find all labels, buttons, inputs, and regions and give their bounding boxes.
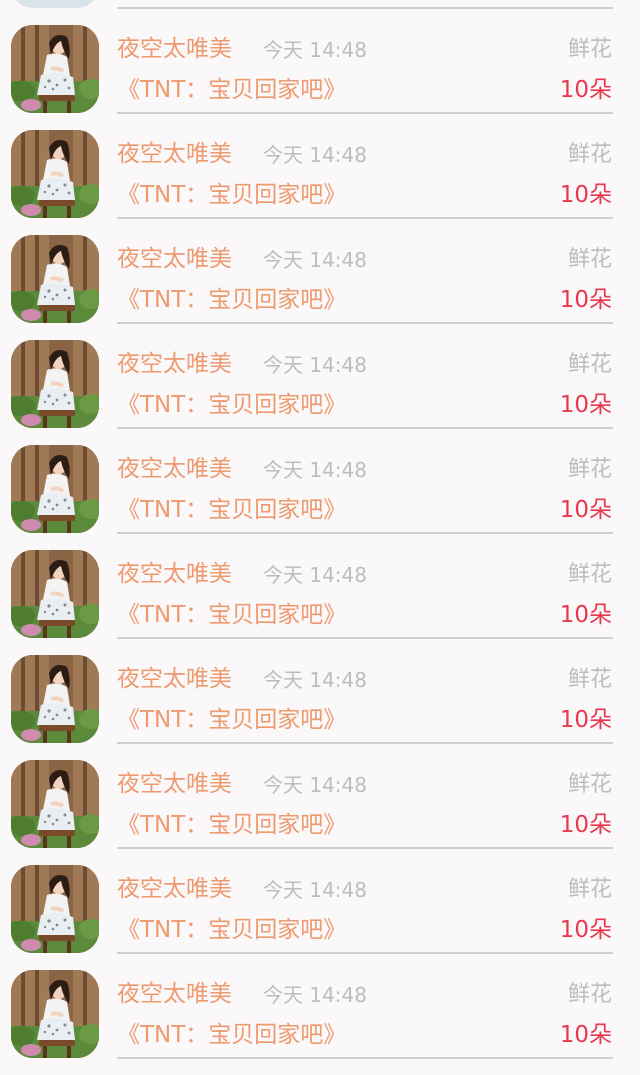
gift-count: 10朵	[559, 812, 612, 838]
avatar[interactable]	[11, 25, 99, 113]
avatar[interactable]	[11, 340, 99, 428]
timestamp: 今天 14:48	[263, 563, 367, 587]
avatar[interactable]	[11, 970, 99, 1058]
timestamp: 今天 14:48	[263, 983, 367, 1007]
list-item[interactable]: 夜空太唯美 今天 14:48 鲜花 《TNT：宝贝回家吧》 10朵	[0, 420, 640, 534]
sender-name[interactable]: 夜空太唯美	[117, 874, 232, 904]
book-title[interactable]: 《TNT：宝贝回家吧》	[117, 600, 346, 630]
sender-name[interactable]: 夜空太唯美	[117, 769, 232, 799]
avatar[interactable]	[11, 865, 99, 953]
sender-name[interactable]: 夜空太唯美	[117, 244, 232, 274]
list-item[interactable]: 夜空太唯美 今天 14:48 鲜花 《TNT：宝贝回家吧》 10朵	[0, 735, 640, 849]
list-item[interactable]: 夜空太唯美 今天 14:48 鲜花 《TNT：宝贝回家吧》 10朵	[0, 315, 640, 429]
timestamp: 今天 14:48	[263, 458, 367, 482]
gift-count: 10朵	[559, 1022, 612, 1048]
avatar[interactable]	[11, 130, 99, 218]
gift-count: 10朵	[559, 392, 612, 418]
list-item[interactable]: 夜空太唯美 今天 14:48 鲜花 《TNT：宝贝回家吧》 10朵	[0, 105, 640, 219]
sender-name[interactable]: 夜空太唯美	[117, 559, 232, 589]
book-title[interactable]: 《TNT：宝贝回家吧》	[117, 705, 346, 735]
sender-name[interactable]: 夜空太唯美	[117, 34, 232, 64]
list-item[interactable]: 夜空太唯美 今天 14:48 鲜花 《TNT：宝贝回家吧》 10朵	[0, 0, 640, 114]
book-title[interactable]: 《TNT：宝贝回家吧》	[117, 285, 346, 315]
sender-name[interactable]: 夜空太唯美	[117, 139, 232, 169]
gift-type: 鲜花	[567, 247, 612, 272]
timestamp: 今天 14:48	[263, 668, 367, 692]
sender-name[interactable]: 夜空太唯美	[117, 454, 232, 484]
sender-name[interactable]: 夜空太唯美	[117, 664, 232, 694]
gift-count: 10朵	[559, 287, 612, 313]
book-title[interactable]: 《TNT：宝贝回家吧》	[117, 75, 346, 105]
gift-type: 鲜花	[567, 772, 612, 797]
timestamp: 今天 14:48	[263, 38, 367, 62]
timestamp: 今天 14:48	[263, 773, 367, 797]
gift-type: 鲜花	[567, 352, 612, 377]
list-item[interactable]: 夜空太唯美 今天 14:48 鲜花 《TNT：宝贝回家吧》 10朵	[0, 630, 640, 744]
sender-name[interactable]: 夜空太唯美	[117, 979, 232, 1009]
list-item[interactable]: 夜空太唯美 今天 14:48 鲜花 《TNT：宝贝回家吧》 10朵	[0, 210, 640, 324]
gift-type: 鲜花	[567, 877, 612, 902]
gift-type: 鲜花	[567, 457, 612, 482]
book-title[interactable]: 《TNT：宝贝回家吧》	[117, 1020, 346, 1050]
avatar[interactable]	[11, 655, 99, 743]
gift-count: 10朵	[559, 182, 612, 208]
avatar[interactable]	[11, 760, 99, 848]
gift-count: 10朵	[559, 917, 612, 943]
gift-type: 鲜花	[567, 667, 612, 692]
avatar[interactable]	[11, 550, 99, 638]
avatar[interactable]	[11, 445, 99, 533]
list-item[interactable]: 夜空太唯美 今天 14:48 鲜花 《TNT：宝贝回家吧》 10朵	[0, 525, 640, 639]
row-divider	[117, 1057, 613, 1059]
gift-type: 鲜花	[567, 982, 612, 1007]
gift-count: 10朵	[559, 497, 612, 523]
sender-name[interactable]: 夜空太唯美	[117, 349, 232, 379]
gift-count: 10朵	[559, 602, 612, 628]
list-item[interactable]: 夜空太唯美 今天 14:48 鲜花 《TNT：宝贝回家吧》 10朵	[0, 945, 640, 1059]
gift-count: 10朵	[559, 77, 612, 103]
book-title[interactable]: 《TNT：宝贝回家吧》	[117, 180, 346, 210]
list-item[interactable]: 夜空太唯美 今天 14:48 鲜花 《TNT：宝贝回家吧》 10朵	[0, 840, 640, 954]
book-title[interactable]: 《TNT：宝贝回家吧》	[117, 495, 346, 525]
book-title[interactable]: 《TNT：宝贝回家吧》	[117, 915, 346, 945]
gift-type: 鲜花	[567, 37, 612, 62]
avatar[interactable]	[11, 235, 99, 323]
book-title[interactable]: 《TNT：宝贝回家吧》	[117, 810, 346, 840]
timestamp: 今天 14:48	[263, 143, 367, 167]
gift-type: 鲜花	[567, 562, 612, 587]
gift-count: 10朵	[559, 707, 612, 733]
timestamp: 今天 14:48	[263, 878, 367, 902]
book-title[interactable]: 《TNT：宝贝回家吧》	[117, 390, 346, 420]
timestamp: 今天 14:48	[263, 353, 367, 377]
gift-type: 鲜花	[567, 142, 612, 167]
timestamp: 今天 14:48	[263, 248, 367, 272]
